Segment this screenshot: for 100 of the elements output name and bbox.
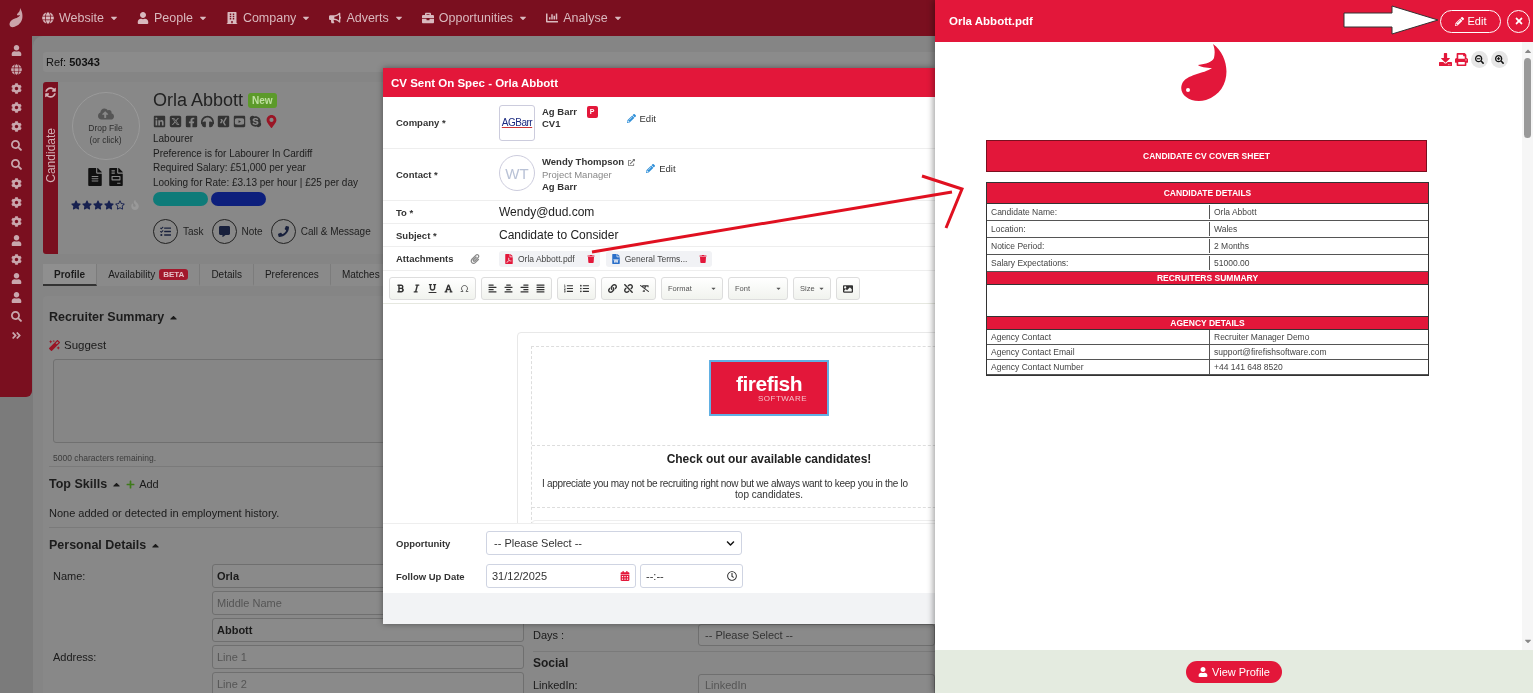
user-icon[interactable] bbox=[10, 45, 22, 56]
settings-icon[interactable] bbox=[10, 216, 22, 227]
suggest-button[interactable]: Suggest bbox=[49, 339, 524, 351]
settings-icon[interactable] bbox=[10, 178, 22, 189]
table-cell-text: 2 Months bbox=[1213, 240, 1250, 253]
linkedin-icon[interactable] bbox=[153, 115, 166, 128]
settings-icon[interactable] bbox=[10, 121, 22, 132]
settings-icon[interactable] bbox=[10, 102, 22, 113]
paperclip-icon[interactable] bbox=[469, 253, 480, 264]
align-center-icon[interactable] bbox=[504, 284, 513, 293]
opportunity-select[interactable]: -- Please Select -- bbox=[486, 531, 742, 555]
section-heading: Social bbox=[533, 656, 570, 670]
add-link[interactable]: Add bbox=[139, 478, 159, 490]
nav-menu[interactable]: Website bbox=[42, 11, 119, 25]
settings-icon[interactable] bbox=[10, 254, 22, 265]
search-icon[interactable] bbox=[10, 140, 22, 151]
company-name[interactable]: Ag Barr bbox=[542, 105, 577, 118]
text-color-icon[interactable] bbox=[444, 284, 453, 293]
candidate-side-tab[interactable]: Candidate bbox=[43, 82, 58, 254]
attachment-chip[interactable]: Orla Abbott.pdf bbox=[499, 250, 600, 267]
star-icon bbox=[104, 200, 114, 210]
company-subtitle: CV1 bbox=[542, 118, 562, 131]
nav-menu[interactable]: People bbox=[136, 11, 208, 25]
search-icon[interactable] bbox=[10, 311, 22, 322]
table-section-header: CANDIDATE DETAILS bbox=[987, 183, 1428, 204]
edit-link[interactable]: Edit bbox=[646, 163, 676, 175]
star-rating[interactable] bbox=[71, 200, 140, 210]
nav-menu[interactable]: Company bbox=[225, 11, 312, 25]
unlink-icon[interactable] bbox=[624, 284, 633, 293]
trash-icon[interactable] bbox=[586, 254, 595, 263]
print-button[interactable] bbox=[1455, 53, 1468, 66]
date-field[interactable]: 31/12/2025 bbox=[486, 564, 636, 588]
ref-number: 50343 bbox=[69, 56, 100, 68]
search-icon[interactable] bbox=[10, 159, 22, 170]
italic-icon[interactable] bbox=[412, 284, 421, 293]
globe-icon[interactable] bbox=[10, 64, 22, 75]
refresh-icon[interactable] bbox=[45, 87, 56, 98]
pdf-file-icon bbox=[504, 253, 514, 264]
clear-format-icon[interactable] bbox=[640, 284, 649, 293]
subject-field[interactable]: Candidate to Consider bbox=[499, 228, 935, 242]
field-label: Contact * bbox=[396, 169, 439, 180]
user-icon[interactable] bbox=[10, 273, 22, 284]
megaphone-icon bbox=[329, 12, 342, 24]
numbered-list-icon[interactable] bbox=[564, 284, 573, 293]
fish-logo-icon[interactable] bbox=[8, 8, 24, 28]
x-icon[interactable] bbox=[169, 115, 182, 128]
xing-icon[interactable] bbox=[217, 115, 230, 128]
document-icon[interactable] bbox=[107, 168, 125, 186]
attachment-chip[interactable]: General Terms... bbox=[605, 250, 713, 267]
profile-tab[interactable]: Availability BETA bbox=[97, 264, 201, 286]
pencil-icon bbox=[1454, 16, 1464, 26]
candidate-detail: Preference is for Labourer In Cardiff bbox=[153, 146, 314, 161]
recipient-field[interactable]: Wendy@dud.com bbox=[499, 205, 935, 219]
profile-tab[interactable]: Details bbox=[200, 264, 254, 286]
scroll-thumb[interactable] bbox=[1524, 58, 1531, 138]
user-icon[interactable] bbox=[10, 235, 22, 246]
action-button[interactable]: Task bbox=[153, 219, 204, 244]
document-icon[interactable] bbox=[86, 168, 104, 186]
justify-icon[interactable] bbox=[536, 284, 545, 293]
view-profile-button[interactable]: View Profile bbox=[1186, 660, 1282, 683]
underline-icon[interactable] bbox=[428, 284, 437, 293]
external-link-icon[interactable] bbox=[628, 159, 636, 166]
zoom-in-button[interactable] bbox=[1491, 51, 1508, 68]
table-cell-text: +44 141 648 8520 bbox=[1213, 361, 1284, 374]
download-button[interactable] bbox=[1439, 53, 1452, 66]
bold-icon[interactable] bbox=[396, 284, 405, 293]
nav-menu[interactable]: Adverts bbox=[329, 11, 404, 25]
bullet-list-icon[interactable] bbox=[580, 284, 589, 293]
headphones-icon[interactable] bbox=[201, 115, 214, 128]
image-button[interactable] bbox=[836, 277, 860, 300]
profile-tab[interactable]: Preferences bbox=[253, 264, 331, 286]
link-icon[interactable] bbox=[608, 284, 617, 293]
omega-icon[interactable] bbox=[460, 284, 469, 293]
play-icon[interactable] bbox=[233, 115, 246, 128]
nav-menu[interactable]: Opportunities bbox=[421, 11, 529, 25]
settings-icon[interactable] bbox=[10, 83, 22, 94]
contact-name[interactable]: Wendy Thompson bbox=[542, 156, 625, 169]
facebook-icon[interactable] bbox=[185, 115, 198, 128]
time-field[interactable]: --:-- bbox=[640, 564, 743, 588]
edit-link[interactable]: Edit bbox=[626, 112, 656, 124]
select-field[interactable]: -- Please Select -- bbox=[698, 624, 935, 646]
nav-menu[interactable]: Analyse bbox=[546, 11, 623, 25]
scrollbar[interactable] bbox=[1522, 42, 1533, 650]
zoom-out-button[interactable] bbox=[1471, 51, 1488, 68]
tag-pill[interactable] bbox=[211, 192, 266, 206]
candidate-detail: Looking for Rate: £3.13 per hour | £25 per day bbox=[153, 175, 359, 190]
user-icon[interactable] bbox=[10, 292, 22, 303]
image-icon bbox=[843, 283, 853, 294]
align-left-icon[interactable] bbox=[488, 284, 497, 293]
profile-tab[interactable]: Profile bbox=[43, 264, 98, 286]
field-label: Opportunity bbox=[396, 537, 452, 549]
action-button[interactable]: Call & Message bbox=[270, 219, 371, 244]
align-right-icon[interactable] bbox=[520, 284, 529, 293]
chat-icon[interactable] bbox=[249, 115, 262, 128]
settings-icon[interactable] bbox=[10, 197, 22, 208]
field-label: To * bbox=[396, 206, 415, 218]
close-icon bbox=[1513, 16, 1524, 26]
trash-icon[interactable] bbox=[699, 254, 708, 263]
section-heading: Personal Details bbox=[49, 538, 147, 552]
double-chevron-icon[interactable] bbox=[10, 330, 22, 341]
